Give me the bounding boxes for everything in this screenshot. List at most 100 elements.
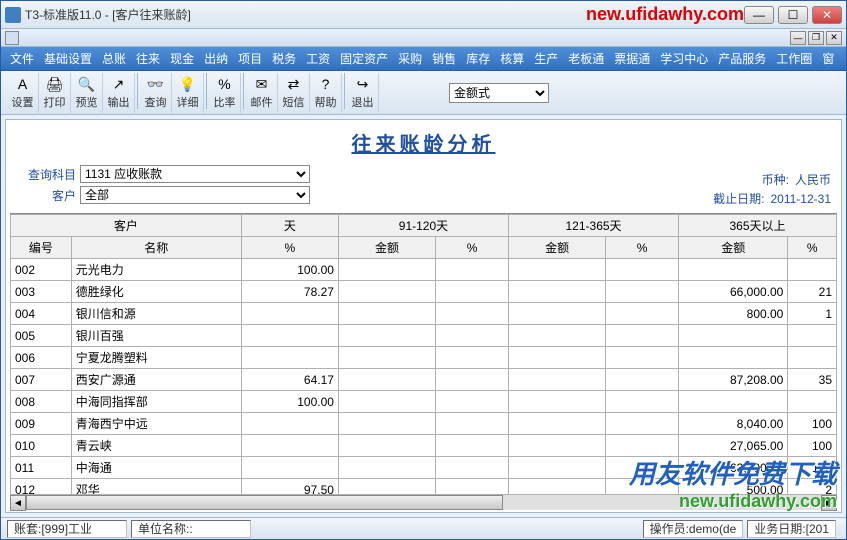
scroll-right-button[interactable]: ►: [821, 495, 837, 511]
tool-打印[interactable]: 🖨打印: [39, 73, 71, 113]
cell: 100.00: [241, 391, 338, 413]
child-minimize-button[interactable]: —: [790, 31, 806, 45]
cell: 500.00: [679, 479, 788, 495]
cell: 德胜绿化: [71, 281, 241, 303]
menu-item-11[interactable]: 销售: [427, 47, 461, 70]
cell: [509, 325, 606, 347]
cell: 66,000.00: [679, 281, 788, 303]
cell: [679, 259, 788, 281]
cell: [241, 303, 338, 325]
status-account-set: 账套:[999]工业: [7, 520, 127, 538]
cell: [788, 391, 837, 413]
menu-item-20[interactable]: 窗: [817, 47, 839, 70]
tool-邮件[interactable]: ✉邮件: [246, 73, 278, 113]
display-mode-select[interactable]: 金额式: [449, 83, 549, 103]
cell: [241, 435, 338, 457]
column-header: %: [788, 237, 837, 259]
menu-item-15[interactable]: 老板通: [563, 47, 609, 70]
tool-帮助[interactable]: ?帮助: [310, 73, 342, 113]
tool-比率[interactable]: %比率: [209, 73, 241, 113]
tool-详细[interactable]: 💡详细: [172, 73, 204, 113]
filter-subject-select[interactable]: 1131 应收账款: [80, 165, 310, 183]
cell: 004: [11, 303, 72, 325]
report-title-row: 往来账龄分析: [6, 120, 841, 163]
main-window: T3-标准版11.0 - [客户往来账龄] new.ufidawhy.com —…: [0, 0, 847, 540]
table-row[interactable]: 009青海西宁中远8,040.00100: [11, 413, 837, 435]
horizontal-scrollbar[interactable]: ◄ ►: [10, 494, 837, 510]
cell: [606, 435, 679, 457]
window-controls: — ☐ ✕: [744, 6, 842, 24]
menu-item-13[interactable]: 核算: [495, 47, 529, 70]
table-row[interactable]: 012邓华97.50500.002: [11, 479, 837, 495]
close-button[interactable]: ✕: [812, 6, 842, 24]
group-header: 客户: [11, 215, 242, 237]
menu-item-17[interactable]: 学习中心: [655, 47, 713, 70]
tool-预览[interactable]: 🔍预览: [71, 73, 103, 113]
table-row[interactable]: 010青云峡27,065.00100: [11, 435, 837, 457]
scroll-left-button[interactable]: ◄: [10, 495, 26, 511]
cell: 005: [11, 325, 72, 347]
table-row[interactable]: 003德胜绿化78.2766,000.0021: [11, 281, 837, 303]
table-row[interactable]: 004银川信和源800.001: [11, 303, 837, 325]
child-close-button[interactable]: ✕: [826, 31, 842, 45]
cell: [509, 303, 606, 325]
cell: [788, 347, 837, 369]
table-row[interactable]: 007西安广源通64.1787,208.0035: [11, 369, 837, 391]
filter-customer-select[interactable]: 全部: [80, 186, 310, 204]
menu-item-10[interactable]: 采购: [393, 47, 427, 70]
minimize-button[interactable]: —: [744, 6, 774, 24]
cell: [509, 413, 606, 435]
cell: 27,065.00: [679, 435, 788, 457]
tool-短信[interactable]: ⇄短信: [278, 73, 310, 113]
table-row[interactable]: 005银川百强: [11, 325, 837, 347]
menu-item-14[interactable]: 生产: [529, 47, 563, 70]
menu-item-12[interactable]: 库存: [461, 47, 495, 70]
menu-item-8[interactable]: 工资: [301, 47, 335, 70]
column-header: %: [436, 237, 509, 259]
tool-icon: ↗: [110, 75, 128, 93]
cell: [606, 259, 679, 281]
cell: [338, 347, 435, 369]
cell: [509, 457, 606, 479]
tool-label: 预览: [76, 94, 98, 110]
menu-item-4[interactable]: 现金: [165, 47, 199, 70]
menu-item-5[interactable]: 出纳: [199, 47, 233, 70]
cell: 800.00: [679, 303, 788, 325]
menu-item-9[interactable]: 固定资产: [335, 47, 393, 70]
menu-item-3[interactable]: 往来: [131, 47, 165, 70]
currency-value: 人民币: [795, 173, 831, 187]
app-icon: [5, 7, 21, 23]
table-row[interactable]: 006宁夏龙腾塑料: [11, 347, 837, 369]
menu-item-7[interactable]: 税务: [267, 47, 301, 70]
group-header: 365天以上: [679, 215, 837, 237]
tool-查询[interactable]: 👓查询: [140, 73, 172, 113]
table-row[interactable]: 002元光电力100.00: [11, 259, 837, 281]
tool-设置[interactable]: A设置: [7, 73, 39, 113]
data-grid[interactable]: 客户天91-120天121-365天365天以上 编号名称%金额%金额%金额% …: [10, 213, 837, 494]
menu-bar: 文件基础设置总账往来现金出纳项目税务工资固定资产采购销售库存核算生产老板通票据通…: [1, 47, 846, 71]
menu-item-6[interactable]: 项目: [233, 47, 267, 70]
tool-退出[interactable]: ↪退出: [347, 73, 379, 113]
pointer-icon: [5, 31, 19, 45]
tool-输出[interactable]: ↗输出: [103, 73, 135, 113]
cell: [338, 325, 435, 347]
tool-icon: 👓: [147, 75, 165, 93]
cell: [606, 391, 679, 413]
child-restore-button[interactable]: ❐: [808, 31, 824, 45]
column-header: %: [606, 237, 679, 259]
cell: 8,040.00: [679, 413, 788, 435]
table-row[interactable]: 008中海同指挥部100.00: [11, 391, 837, 413]
scroll-thumb[interactable]: [26, 495, 503, 510]
menu-item-2[interactable]: 总账: [97, 47, 131, 70]
cell: [338, 391, 435, 413]
menu-item-0[interactable]: 文件: [5, 47, 39, 70]
cell: [338, 303, 435, 325]
menu-item-16[interactable]: 票据通: [609, 47, 655, 70]
maximize-button[interactable]: ☐: [778, 6, 808, 24]
menu-item-19[interactable]: 工作圈: [771, 47, 817, 70]
menu-item-18[interactable]: 产品服务: [713, 47, 771, 70]
table-row[interactable]: 011中海通63,300.00100: [11, 457, 837, 479]
cell: 100: [788, 457, 837, 479]
column-header: %: [241, 237, 338, 259]
menu-item-1[interactable]: 基础设置: [39, 47, 97, 70]
